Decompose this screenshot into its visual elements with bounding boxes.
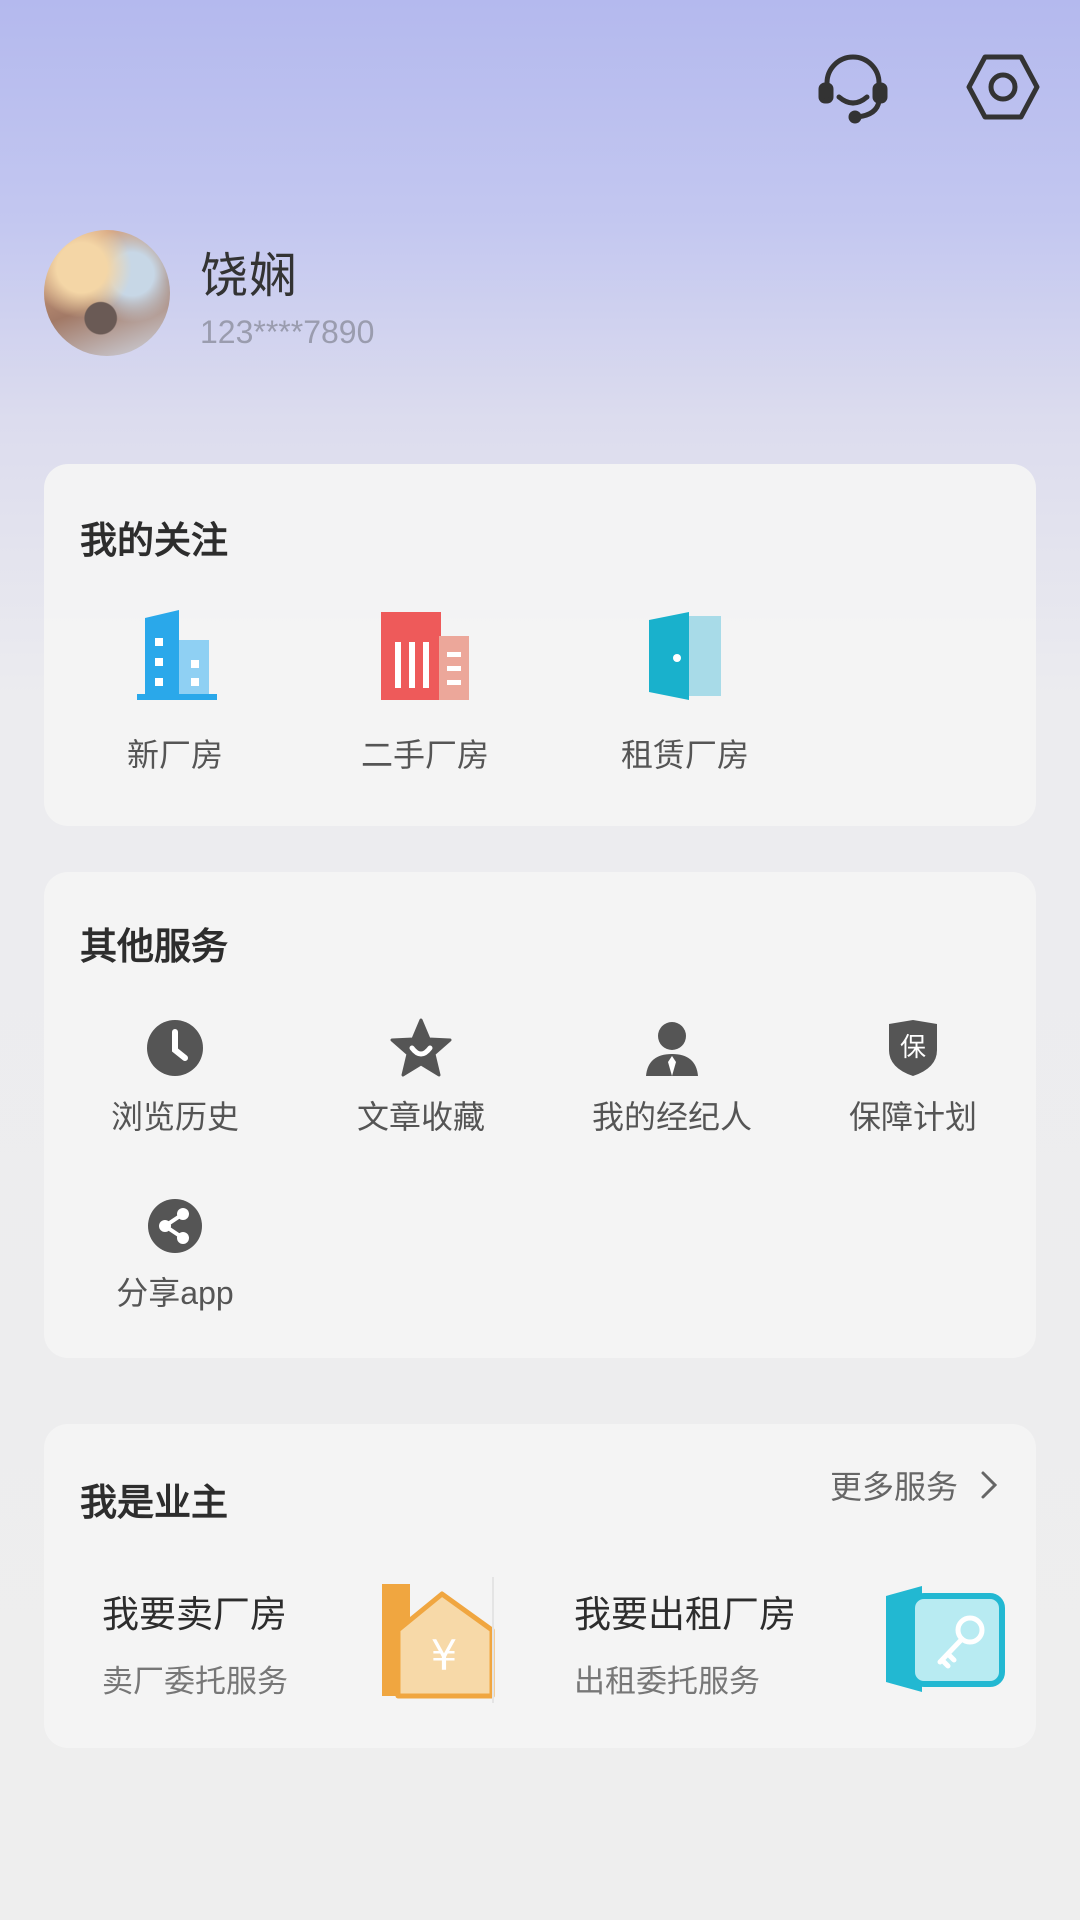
agent-icon xyxy=(646,1022,698,1076)
rent-subtitle: 出租委托服务 xyxy=(574,1664,760,1700)
owner-title: 我是业主 xyxy=(80,1481,228,1524)
my-follows-title: 我的关注 xyxy=(80,519,228,562)
service-item-label: 文章收藏 xyxy=(356,1098,485,1136)
clock-icon xyxy=(147,1020,203,1076)
sell-subtitle: 卖厂委托服务 xyxy=(102,1664,288,1700)
shield-badge: 保 xyxy=(900,1033,926,1063)
other-services-title: 其他服务 xyxy=(80,925,228,968)
follow-item-label: 新厂房 xyxy=(126,736,223,774)
follow-item-label: 租赁厂房 xyxy=(620,736,749,774)
sell-factory-option[interactable]: 我要卖厂房 卖厂委托服务 ¥ xyxy=(80,1574,495,1714)
new-building-icon xyxy=(137,610,217,700)
follow-item-used[interactable]: 二手厂房 xyxy=(330,608,520,776)
service-item-label: 浏览历史 xyxy=(110,1098,239,1136)
service-item-protection[interactable]: 保 保障计划 xyxy=(818,1018,1008,1138)
house-yen-icon: ¥ xyxy=(382,1584,495,1699)
used-building-icon xyxy=(381,612,469,700)
sell-title: 我要卖厂房 xyxy=(102,1593,287,1636)
service-item-history[interactable]: 浏览历史 xyxy=(80,1018,270,1138)
star-icon xyxy=(390,1018,452,1077)
key-door-icon xyxy=(886,1586,1005,1692)
settings-icon[interactable] xyxy=(962,46,1044,128)
service-item-label: 我的经纪人 xyxy=(591,1098,752,1136)
follow-item-new[interactable]: 新厂房 xyxy=(90,608,260,776)
my-follows-card: 我的关注 新厂房 二手厂房 租赁厂房 xyxy=(44,464,1036,826)
user-phone: 123****7890 xyxy=(200,314,375,350)
shield-icon: 保 xyxy=(889,1020,937,1076)
more-services-label: 更多服务 xyxy=(829,1468,958,1506)
rent-title: 我要出租厂房 xyxy=(574,1593,796,1636)
other-services-card: 其他服务 浏览历史 文章收藏 我的经纪人 保 保障计划 分享app xyxy=(44,872,1036,1358)
rent-factory-option[interactable]: 我要出租厂房 出租委托服务 xyxy=(552,1574,1012,1714)
yen-symbol: ¥ xyxy=(431,1631,458,1680)
follow-item-label: 二手厂房 xyxy=(360,736,489,774)
service-item-label: 分享app xyxy=(116,1275,234,1311)
headset-icon[interactable] xyxy=(812,46,894,128)
user-name: 饶娴 xyxy=(200,248,299,304)
service-item-label: 保障计划 xyxy=(848,1098,977,1136)
service-item-share[interactable]: 分享app xyxy=(80,1198,270,1314)
service-item-favorites[interactable]: 文章收藏 xyxy=(326,1018,516,1138)
more-services-link[interactable]: 更多服务 xyxy=(830,1462,998,1508)
owner-divider xyxy=(492,1577,494,1703)
follow-item-rental[interactable]: 租赁厂房 xyxy=(590,608,780,776)
door-icon xyxy=(649,612,721,700)
avatar[interactable] xyxy=(44,230,170,356)
share-icon xyxy=(148,1199,202,1253)
chevron-right-icon xyxy=(981,1471,998,1499)
service-item-agent[interactable]: 我的经纪人 xyxy=(572,1018,772,1138)
